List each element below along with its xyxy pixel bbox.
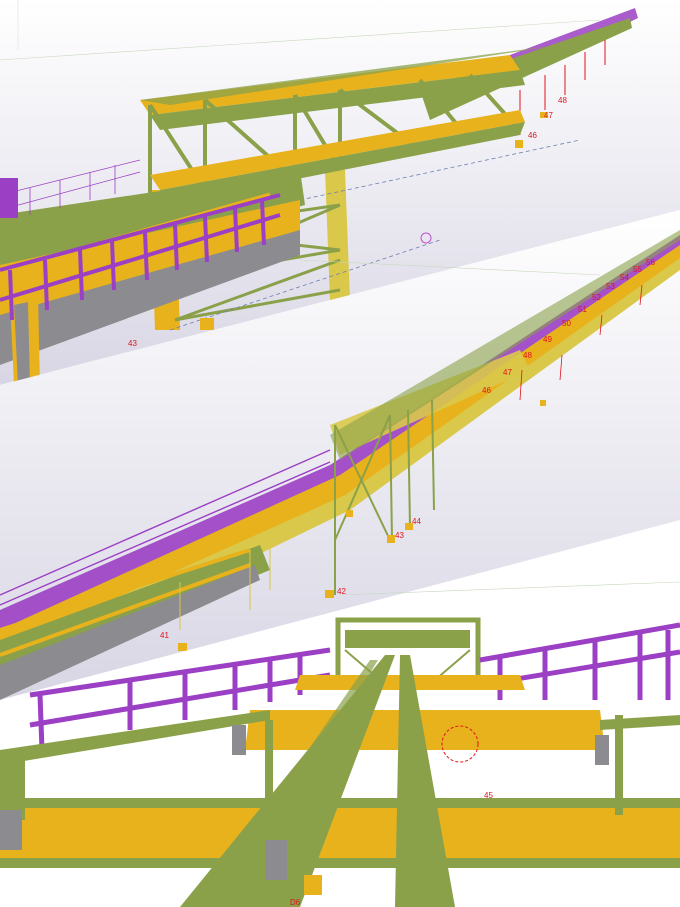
- grid-label: 52: [592, 293, 601, 302]
- grid-label: 47: [503, 368, 512, 377]
- grid-label: 48: [558, 96, 567, 105]
- footing: [304, 875, 322, 895]
- grid-label: 46: [482, 386, 491, 395]
- model-view-bottom-canvas: 45 D6: [0, 520, 680, 907]
- grid-label: 51: [578, 305, 587, 314]
- grid-label: 45: [484, 791, 493, 800]
- grid-label: 47: [544, 111, 553, 120]
- grid-label: 49: [543, 335, 552, 344]
- grid-label: 53: [606, 282, 615, 291]
- model-view-bottom[interactable]: 45 D6: [0, 520, 680, 907]
- grid-label: 48: [523, 351, 532, 360]
- grid-label: 55: [633, 265, 642, 274]
- grid-label: 56: [646, 258, 655, 267]
- grid-label: 54: [620, 273, 629, 282]
- grid-label: 50: [562, 319, 571, 328]
- grid-label: D6: [290, 898, 301, 907]
- grid-label: 46: [528, 131, 537, 140]
